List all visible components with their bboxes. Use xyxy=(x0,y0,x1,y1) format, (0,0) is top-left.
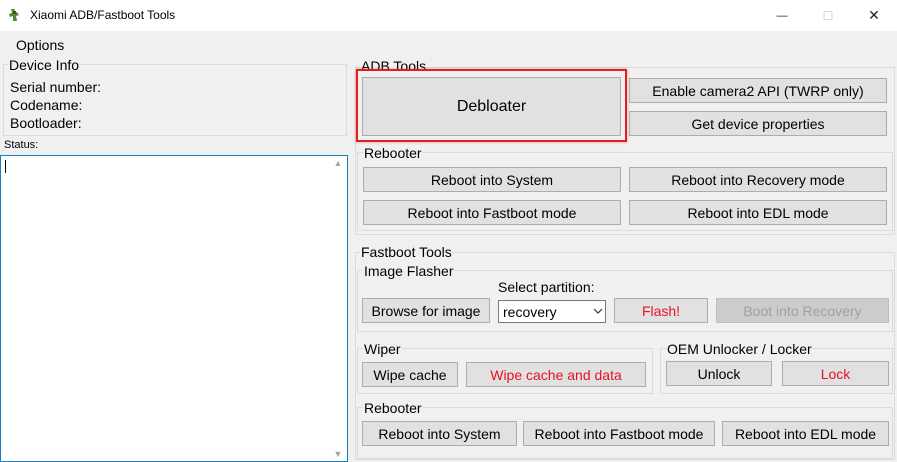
wipe-cache-and-data-button[interactable]: Wipe cache and data xyxy=(466,362,646,387)
status-label: Status: xyxy=(4,139,39,151)
status-textbox[interactable] xyxy=(0,155,348,462)
chevron-down-icon xyxy=(591,306,605,317)
close-button[interactable]: ✕ xyxy=(851,0,897,31)
get-device-properties-button[interactable]: Get device properties xyxy=(629,111,887,136)
minimize-icon: — xyxy=(776,9,788,22)
lock-button[interactable]: Lock xyxy=(782,361,889,386)
adb-reboot-fastboot-button[interactable]: Reboot into Fastboot mode xyxy=(363,200,621,225)
browse-for-image-button[interactable]: Browse for image xyxy=(362,298,490,323)
partition-select-value: recovery xyxy=(503,303,557,320)
menu-bar xyxy=(0,31,897,56)
wipe-cache-button[interactable]: Wipe cache xyxy=(362,362,458,387)
fastboot-reboot-system-button[interactable]: Reboot into System xyxy=(362,421,517,446)
device-info-label: Device Info xyxy=(8,57,81,73)
menu-options[interactable]: Options xyxy=(16,37,64,53)
adb-reboot-system-button[interactable]: Reboot into System xyxy=(363,167,621,192)
window-title: Xiaomi ADB/Fastboot Tools xyxy=(30,8,176,22)
flash-button[interactable]: Flash! xyxy=(614,298,708,323)
fastboot-reboot-edl-button[interactable]: Reboot into EDL mode xyxy=(722,421,889,446)
status-scrollbar[interactable]: ▲ ▼ xyxy=(329,156,347,461)
fastboot-reboot-fastboot-button[interactable]: Reboot into Fastboot mode xyxy=(523,421,715,446)
adb-rebooter-label: Rebooter xyxy=(363,145,423,161)
maximize-icon: ☐ xyxy=(822,8,834,23)
bootloader-label: Bootloader: xyxy=(10,115,82,131)
scroll-up-icon[interactable]: ▲ xyxy=(329,158,347,168)
minimize-button[interactable]: — xyxy=(759,0,805,31)
oem-unlocker-label: OEM Unlocker / Locker xyxy=(666,341,813,357)
image-flasher-label: Image Flasher xyxy=(363,263,455,279)
boot-into-recovery-button[interactable]: Boot into Recovery xyxy=(716,298,889,323)
partition-select[interactable]: recovery xyxy=(498,300,606,323)
codename-label: Codename: xyxy=(10,97,83,113)
unlock-button[interactable]: Unlock xyxy=(666,361,772,386)
scroll-down-icon[interactable]: ▼ xyxy=(329,449,347,459)
text-caret xyxy=(5,160,6,173)
serial-number-label: Serial number: xyxy=(10,79,102,95)
adb-reboot-recovery-button[interactable]: Reboot into Recovery mode xyxy=(629,167,887,192)
enable-camera2-button[interactable]: Enable camera2 API (TWRP only) xyxy=(629,78,887,103)
wiper-label: Wiper xyxy=(363,341,402,357)
adb-reboot-edl-button[interactable]: Reboot into EDL mode xyxy=(629,200,887,225)
fastboot-tools-label: Fastboot Tools xyxy=(360,244,453,260)
app-icon xyxy=(8,8,22,22)
fastboot-rebooter-label: Rebooter xyxy=(363,400,423,416)
select-partition-label: Select partition: xyxy=(498,279,595,295)
debloater-highlight xyxy=(356,69,627,142)
maximize-button[interactable]: ☐ xyxy=(805,0,851,31)
close-icon: ✕ xyxy=(868,7,880,23)
